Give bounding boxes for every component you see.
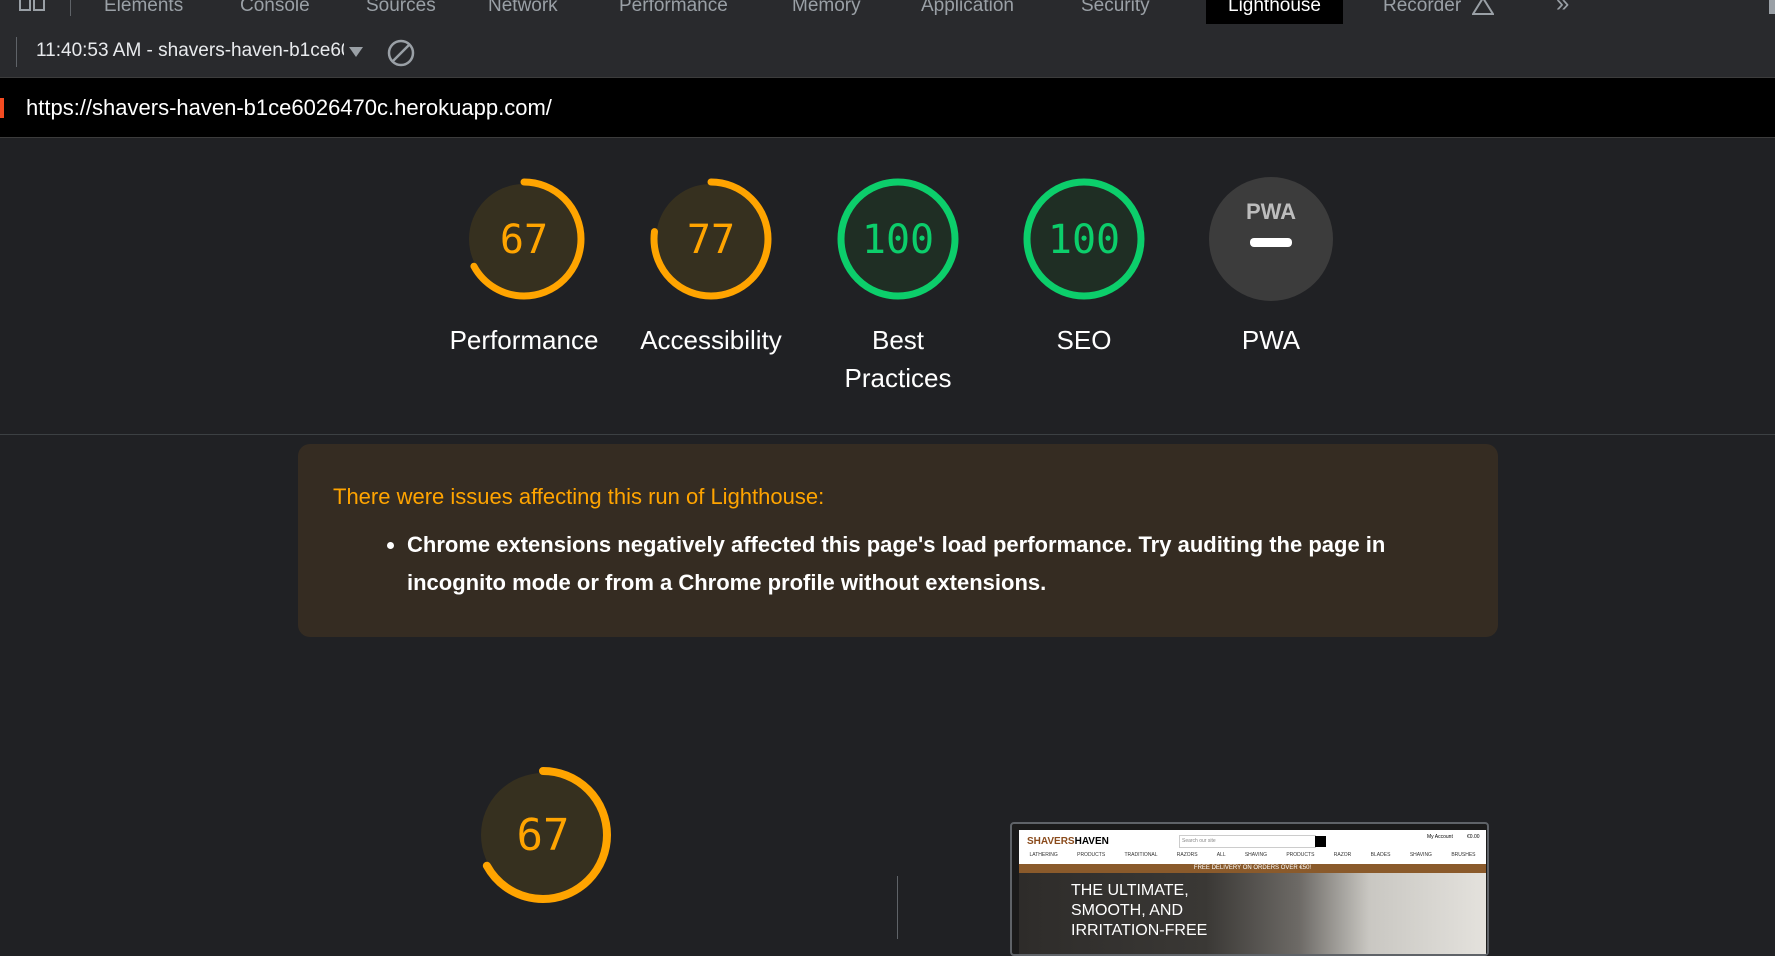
- screenshot-page: SHAVERSHAVEN Search our site My Account …: [1019, 830, 1486, 954]
- screenshot-logo: SHAVERSHAVEN: [1027, 836, 1109, 847]
- tab-elements[interactable]: Elements: [104, 0, 183, 26]
- gauge-pwa-title: PWA: [1241, 325, 1301, 355]
- gauge-performance-score: 67: [500, 217, 548, 263]
- gauge-seo[interactable]: 100 SEO: [989, 175, 1179, 359]
- tab-performance[interactable]: Performance: [619, 0, 728, 26]
- devtools-tab-bar: Elements Console Sources Network Perform…: [0, 0, 1775, 28]
- screenshot-cart: €0.00: [1467, 834, 1480, 840]
- screenshot-search-icon: [1315, 836, 1326, 847]
- toolbar-separator: [16, 37, 17, 67]
- device-toolbar-icon[interactable]: [18, 0, 46, 12]
- report-url-bar: https://shavers-haven-b1ce6026470c.herok…: [0, 78, 1775, 138]
- gauge-accessibility-score: 77: [687, 217, 735, 263]
- gauge-performance-title: Performance: [449, 325, 599, 355]
- gauge-best-practices[interactable]: 100 Best Practices: [803, 175, 993, 397]
- screenshot-account: My Account: [1427, 834, 1453, 840]
- run-warnings-list: Chrome extensions negatively affected th…: [378, 526, 1477, 602]
- gauge-seo-score: 100: [1048, 217, 1120, 263]
- gauge-accessibility-ring: 77: [650, 178, 772, 300]
- screenshot-hero-text: THE ULTIMATE, SMOOTH, AND IRRITATION-FRE…: [1071, 882, 1208, 939]
- tab-network[interactable]: Network: [488, 0, 558, 26]
- report-url[interactable]: https://shavers-haven-b1ce6026470c.herok…: [26, 95, 552, 121]
- clear-report-icon[interactable]: [386, 38, 416, 68]
- performance-detail-score: 67: [517, 810, 570, 861]
- run-warnings-box: There were issues affecting this run of …: [298, 444, 1498, 637]
- gauge-seo-ring: 100: [1023, 178, 1145, 300]
- pwa-badge-icon: PWA: [1209, 177, 1333, 301]
- screenshot-banner: FREE DELIVERY ON ORDERS OVER €50!: [1019, 864, 1486, 873]
- section-divider: [0, 434, 1775, 435]
- gauge-best-practices-ring: 100: [837, 178, 959, 300]
- gauge-pwa[interactable]: PWA PWA: [1176, 175, 1366, 359]
- more-tabs-icon[interactable]: »: [1556, 0, 1569, 18]
- gauge-accessibility-title: Accessibility: [640, 325, 782, 355]
- gauge-seo-title: SEO: [1056, 325, 1112, 355]
- screenshot-nav: LATHERING PRODUCTS TRADITIONAL RAZORS AL…: [1029, 852, 1476, 858]
- gauge-best-practices-title: Best Practices: [844, 325, 952, 393]
- gauge-performance[interactable]: 67 Performance: [429, 175, 619, 359]
- tab-lighthouse[interactable]: Lighthouse: [1206, 0, 1343, 24]
- dropdown-caret-icon[interactable]: [349, 47, 363, 57]
- tab-recorder[interactable]: Recorder: [1383, 0, 1495, 26]
- performance-detail-gauge: 67: [475, 767, 611, 903]
- report-selector[interactable]: 11:40:53 AM - shavers-haven-b1ce6026470c…: [36, 40, 346, 66]
- tab-memory[interactable]: Memory: [792, 0, 861, 26]
- settings-edge-icon[interactable]: [1769, 0, 1775, 14]
- tab-recorder-label: Recorder: [1383, 0, 1462, 16]
- tab-console[interactable]: Console: [240, 0, 310, 26]
- report-selector-label: 11:40:53 AM - shavers-haven-b1ce6026470c…: [36, 40, 344, 61]
- run-warning-item: Chrome extensions negatively affected th…: [407, 526, 1477, 602]
- run-warnings-heading: There were issues affecting this run of …: [333, 484, 825, 509]
- screenshot-search: Search our site: [1179, 835, 1316, 848]
- gauge-performance-ring: 67: [463, 178, 585, 300]
- tab-application[interactable]: Application: [921, 0, 1014, 26]
- lighthouse-logo-icon: [0, 98, 4, 118]
- page-screenshot-thumbnail[interactable]: SHAVERSHAVEN Search our site My Account …: [1010, 822, 1489, 956]
- tab-separator: [70, 0, 71, 16]
- pwa-badge-text: PWA: [1246, 199, 1296, 224]
- gauge-accessibility[interactable]: 77 Accessibility: [616, 175, 806, 359]
- metrics-divider: [897, 876, 898, 939]
- tab-security[interactable]: Security: [1081, 0, 1150, 26]
- tab-sources[interactable]: Sources: [366, 0, 436, 26]
- screenshot-hero: THE ULTIMATE, SMOOTH, AND IRRITATION-FRE…: [1019, 873, 1486, 954]
- experiment-icon: [1472, 0, 1495, 15]
- gauge-best-practices-score: 100: [862, 217, 934, 263]
- lighthouse-toolbar: 11:40:53 AM - shavers-haven-b1ce6026470c…: [0, 27, 1775, 78]
